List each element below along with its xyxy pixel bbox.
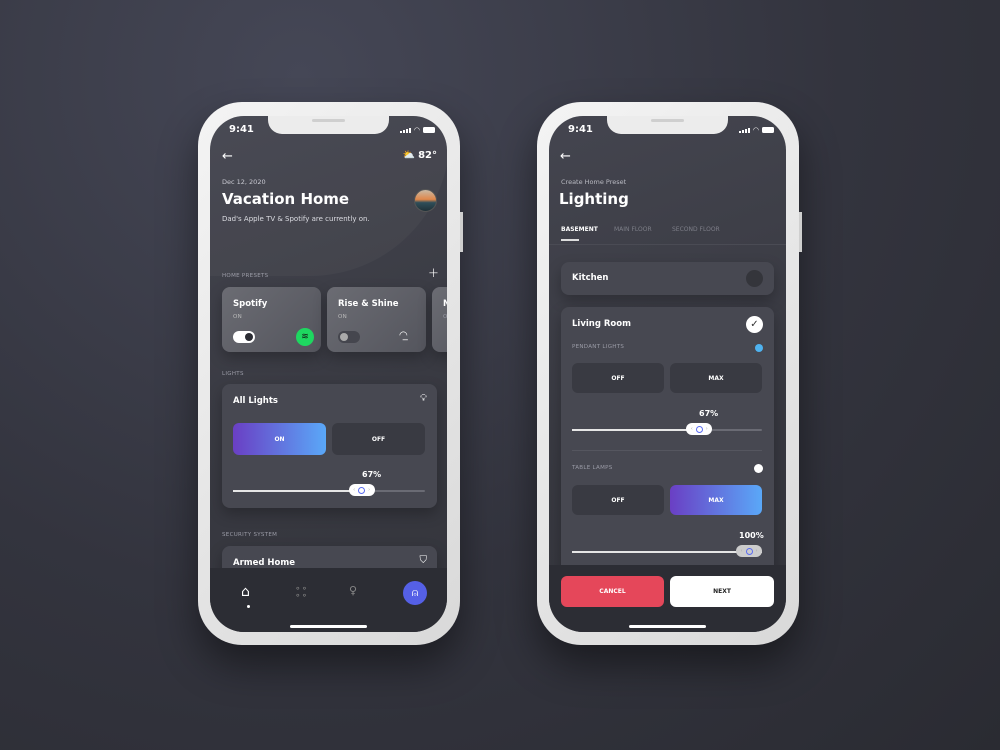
room-name: Kitchen — [572, 273, 609, 283]
preset-card-partial[interactable]: N O — [432, 287, 447, 352]
preset-name: Spotify — [233, 299, 268, 309]
subtitle: Create Home Preset — [561, 178, 627, 186]
room-living-room: Living Room ✓ PENDANT LIGHTS OFF MAX 67%… — [561, 307, 774, 607]
home-indicator — [629, 625, 706, 628]
add-preset-icon[interactable]: + — [428, 266, 439, 281]
next-button[interactable]: NEXT — [670, 576, 774, 607]
table-off-button[interactable]: OFF — [572, 485, 664, 515]
wifi-icon: ◠ — [752, 126, 759, 134]
section-label: LIGHTS — [222, 371, 244, 377]
tab-underline — [561, 239, 579, 241]
avatar[interactable] — [414, 189, 437, 212]
pendant-off-button[interactable]: OFF — [572, 363, 664, 393]
lighting-screen: 9:41 ◠ ← Create Home Preset Lighting BAS… — [549, 116, 786, 632]
preset-toggle[interactable] — [338, 331, 360, 343]
table-max-button[interactable]: MAX — [670, 485, 762, 515]
home-indicator — [290, 625, 367, 628]
room-checkbox[interactable] — [746, 270, 763, 287]
all-lights-card: All Lights 💡︎ ON OFF 67% ‹ › — [222, 384, 437, 508]
subtitle: Dad's Apple TV & Spotify are currently o… — [222, 215, 370, 223]
back-arrow-icon[interactable]: ← — [560, 149, 571, 164]
lightbulb-icon: 💡︎ — [420, 393, 427, 404]
action-bar: CANCEL NEXT — [549, 565, 786, 632]
phone-lighting: 9:41 ◠ ← Create Home Preset Lighting BAS… — [537, 102, 802, 645]
status-icons: ◠ — [738, 126, 774, 134]
slider-thumb[interactable]: ‹ › — [348, 484, 375, 496]
nav-lightbulb-icon[interactable]: ♀ — [349, 584, 357, 597]
home-screen: 9:41 ◠ ← ⛅ 82° Dec 12, 2020 Vacation Hom… — [210, 116, 447, 632]
status-time: 9:41 — [568, 124, 593, 135]
battery-icon — [762, 127, 774, 133]
back-arrow-icon[interactable]: ← — [222, 149, 233, 164]
check-icon[interactable]: ✓ — [746, 316, 763, 333]
page-title: Lighting — [559, 190, 629, 208]
tabs-divider — [549, 244, 786, 245]
preset-name: N — [443, 299, 447, 309]
preset-state: ON — [338, 314, 348, 320]
tab-second-floor[interactable]: SECOND FLOOR — [672, 226, 720, 233]
preset-card-spotify[interactable]: Spotify ON ≋ — [222, 287, 321, 352]
active-indicator — [247, 605, 250, 608]
sunrise-icon: ◠̲ — [399, 330, 408, 341]
preset-card-rise-shine[interactable]: Rise & Shine ON ◠̲ — [327, 287, 426, 352]
date: Dec 12, 2020 — [222, 178, 266, 186]
preset-name: Rise & Shine — [338, 299, 399, 309]
side-button — [799, 212, 802, 252]
table-level: 100% — [739, 531, 764, 540]
spotify-icon: ≋ — [296, 328, 314, 346]
notch — [268, 116, 389, 134]
bottom-nav: ⌂ ∘∘ ∘∘ ♀ ⍝ — [210, 568, 447, 632]
preset-state: ON — [233, 314, 243, 320]
brightness-value: 67% — [362, 470, 382, 479]
shield-icon: ⛉ — [419, 555, 428, 566]
fixture-label: TABLE LAMPS — [572, 465, 613, 471]
slider-thumb[interactable]: ‹ › — [686, 423, 713, 435]
section-label: SECURITY SYSTEM — [222, 532, 278, 538]
tab-main-floor[interactable]: MAIN FLOOR — [614, 226, 652, 233]
side-button — [460, 212, 463, 252]
lights-off-button[interactable]: OFF — [332, 423, 425, 455]
signal-icon — [738, 127, 750, 133]
page-title: Vacation Home — [222, 190, 350, 208]
pendant-slider[interactable]: ‹ › — [572, 423, 762, 435]
pendant-level: 67% — [699, 409, 719, 418]
status-dot — [755, 344, 763, 352]
nav-profile-icon[interactable]: ⍝ — [403, 581, 427, 605]
cancel-button[interactable]: CANCEL — [561, 576, 664, 607]
pendant-max-button[interactable]: MAX — [670, 363, 762, 393]
tab-basement[interactable]: BASEMENT — [561, 226, 598, 233]
status-dot — [754, 464, 763, 473]
room-kitchen[interactable]: Kitchen — [561, 262, 774, 295]
fixture-label: PENDANT LIGHTS — [572, 344, 625, 350]
brightness-slider[interactable]: ‹ › — [233, 484, 425, 496]
preset-toggle[interactable] — [233, 331, 255, 343]
partly-cloudy-icon: ⛅ — [402, 150, 416, 161]
phone-home: 9:41 ◠ ← ⛅ 82° Dec 12, 2020 Vacation Hom… — [198, 102, 463, 645]
card-title: All Lights — [233, 396, 278, 406]
slider-thumb[interactable]: ‹ › — [736, 545, 762, 557]
section-label: HOME PRESETS — [222, 273, 269, 279]
card-title: Armed Home — [233, 558, 296, 568]
divider — [572, 450, 762, 451]
nav-home-icon[interactable]: ⌂ — [241, 584, 250, 600]
lights-on-button[interactable]: ON — [233, 423, 326, 455]
notch — [607, 116, 728, 134]
nav-apps-icon[interactable]: ∘∘ ∘∘ — [295, 585, 308, 601]
weather-temp: 82° — [418, 150, 437, 161]
table-slider[interactable]: ‹ › — [572, 545, 762, 557]
room-name: Living Room — [572, 319, 631, 329]
preset-state: O — [443, 314, 447, 320]
